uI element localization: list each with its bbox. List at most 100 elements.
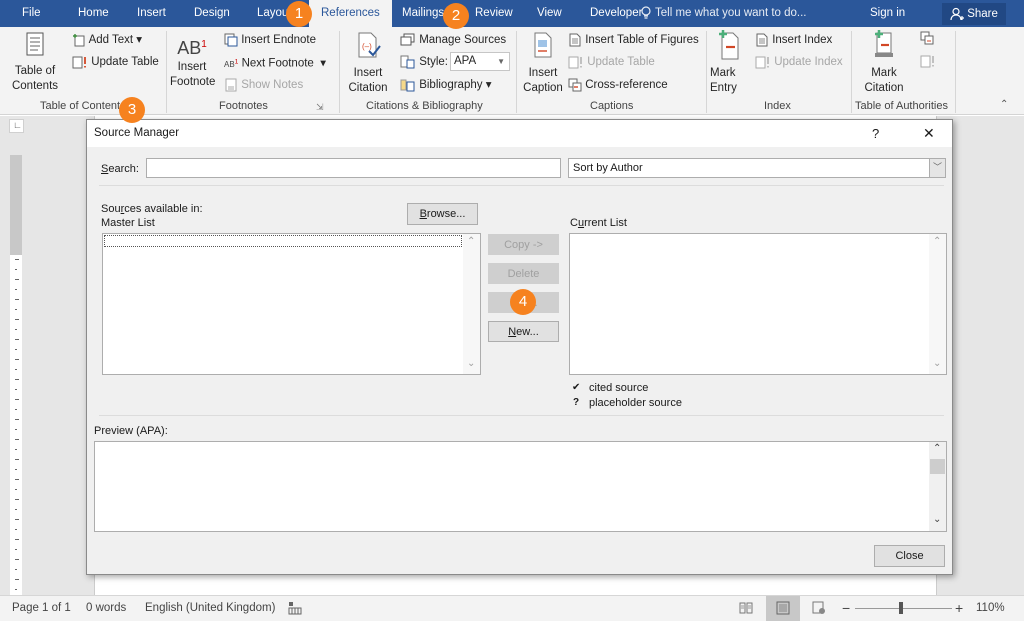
chevron-down-icon: ▼ [497, 57, 505, 66]
current-list-label: Current List [570, 217, 627, 229]
ruler-tick [15, 359, 19, 360]
person-icon [950, 7, 964, 21]
bibliography-button[interactable]: Bibliography ▾ [400, 78, 491, 92]
ruler-tick [15, 389, 17, 390]
update-table-button[interactable]: Update Table [72, 55, 159, 69]
tab-view[interactable]: View [529, 0, 570, 27]
tell-me-search[interactable]: Tell me what you want to do... [640, 0, 807, 27]
ruler-tick [15, 529, 17, 530]
ruler-tick [15, 289, 17, 290]
print-layout-icon [776, 601, 790, 615]
scroll-up-icon[interactable]: ⌃ [933, 443, 941, 454]
tab-home[interactable]: Home [70, 0, 117, 27]
mark-citation-button[interactable]: Mark Citation [860, 29, 908, 96]
legend-placeholder-source: placeholder source [589, 397, 682, 409]
ruler-tick [15, 319, 19, 320]
master-list-scrollbar[interactable]: ⌃ ⌄ [463, 234, 480, 374]
update-table-captions-button[interactable]: Update Table [568, 55, 655, 69]
tab-file[interactable]: File [14, 0, 49, 27]
ruler-tick [15, 429, 17, 430]
group-divider [955, 31, 956, 113]
page-count[interactable]: Page 1 of 1 [12, 596, 71, 620]
add-text-button[interactable]: Add Text ▾ [72, 33, 142, 47]
tell-me-text: Tell me what you want to do... [655, 7, 807, 19]
source-manager-dialog: Source Manager ? ✕ Search: Sort by Autho… [86, 119, 953, 575]
sort-value: Sort by Author [573, 162, 643, 174]
new-button[interactable]: New... [488, 321, 559, 342]
zoom-slider[interactable] [855, 608, 952, 609]
tab-selector[interactable]: ∟ [9, 119, 24, 133]
share-button[interactable]: Share [942, 3, 1006, 25]
current-list-box[interactable]: ⌃ ⌄ [569, 233, 947, 375]
ruler-tick [15, 419, 19, 420]
scroll-down-icon[interactable]: ⌄ [933, 514, 941, 525]
current-list-scrollbar[interactable]: ⌃ ⌄ [929, 234, 946, 374]
scroll-up-icon[interactable]: ⌃ [933, 236, 941, 247]
insert-caption-button[interactable]: Insert Caption [520, 31, 566, 96]
mark-entry-icon [719, 30, 739, 60]
insert-citation-icon: (–) [358, 32, 381, 58]
close-icon[interactable]: ✕ [923, 125, 935, 142]
sign-in-link[interactable]: Sign in [870, 0, 905, 27]
cross-reference-icon [568, 78, 582, 92]
tab-references[interactable]: References [309, 0, 392, 28]
dialog-title-bar: Source Manager ? ✕ [87, 120, 952, 147]
next-footnote-button[interactable]: AB1 Next Footnote ▾ [224, 55, 326, 72]
group-divider [339, 31, 340, 113]
update-table-authorities-icon[interactable] [920, 54, 936, 68]
word-count[interactable]: 0 words [86, 596, 126, 620]
show-notes-button[interactable]: Show Notes [224, 78, 303, 92]
read-mode-icon[interactable] [739, 601, 753, 615]
dialog-title: Source Manager [94, 127, 180, 139]
mark-entry-button[interactable]: Mark Entry [710, 29, 748, 96]
scroll-down-icon[interactable]: ⌄ [467, 358, 475, 369]
master-list-box[interactable]: ⌃ ⌄ [102, 233, 481, 375]
master-list-focus-row[interactable] [104, 235, 462, 247]
group-label-toa: Table of Authorities [855, 100, 948, 112]
tab-design[interactable]: Design [186, 0, 238, 27]
ruler-tick [15, 439, 19, 440]
insert-table-of-authorities-icon[interactable] [920, 31, 934, 45]
zoom-out-button[interactable]: − [842, 596, 850, 620]
insert-citation-button[interactable]: (–) Insert Citation [342, 31, 394, 96]
language-indicator[interactable]: English (United Kingdom) [145, 596, 275, 620]
insert-index-button[interactable]: Insert Index [755, 33, 832, 47]
web-layout-icon[interactable] [812, 601, 826, 615]
insert-endnote-button[interactable]: Insert Endnote [224, 33, 316, 47]
insert-table-of-figures-button[interactable]: Insert Table of Figures [568, 33, 699, 47]
sort-dropdown[interactable]: Sort by Author ﹀ [568, 158, 946, 178]
tab-insert[interactable]: Insert [129, 0, 174, 27]
close-button[interactable]: Close [874, 545, 945, 567]
browse-button[interactable]: Browse... [407, 203, 478, 225]
insert-footnote-button[interactable]: AB1 Insert Footnote [170, 33, 215, 90]
zoom-level[interactable]: 110% [976, 596, 1005, 620]
tab-review[interactable]: Review [467, 0, 521, 27]
ruler-tick [15, 349, 17, 350]
delete-button[interactable]: Delete [488, 263, 559, 284]
preview-scrollbar[interactable]: ⌃ ⌄ [929, 442, 946, 531]
scroll-down-icon[interactable]: ⌄ [933, 358, 941, 369]
print-layout-button[interactable] [766, 596, 800, 621]
table-of-contents-button[interactable]: Table of Contents [6, 31, 64, 94]
group-label-footnotes: Footnotes [219, 100, 268, 112]
update-index-button[interactable]: Update Index [755, 55, 843, 69]
footnotes-dialog-launcher-icon[interactable]: ⇲ [316, 102, 324, 113]
style-dropdown[interactable]: APA ▼ [450, 52, 510, 71]
zoom-in-button[interactable]: + [955, 596, 963, 620]
bibliography-icon [400, 79, 415, 92]
step-badge-3: 3 [119, 97, 145, 123]
ruler-tick [15, 559, 19, 560]
search-input[interactable] [146, 158, 561, 178]
chevron-down-icon[interactable]: ﹀ [929, 159, 945, 177]
collapse-ribbon-icon[interactable]: ⌃ [1000, 99, 1008, 110]
zoom-slider-thumb[interactable] [899, 602, 903, 614]
manage-sources-button[interactable]: Manage Sources [400, 33, 506, 47]
scroll-up-icon[interactable]: ⌃ [467, 236, 475, 247]
macro-recording-icon[interactable] [288, 601, 302, 615]
table-of-figures-icon [569, 33, 581, 47]
help-button[interactable]: ? [872, 126, 879, 141]
table-of-contents-label: Table of Contents [11, 65, 59, 92]
scrollbar-thumb[interactable] [930, 459, 945, 474]
cross-reference-button[interactable]: Cross-reference [568, 78, 668, 92]
copy-button[interactable]: Copy -> [488, 234, 559, 255]
